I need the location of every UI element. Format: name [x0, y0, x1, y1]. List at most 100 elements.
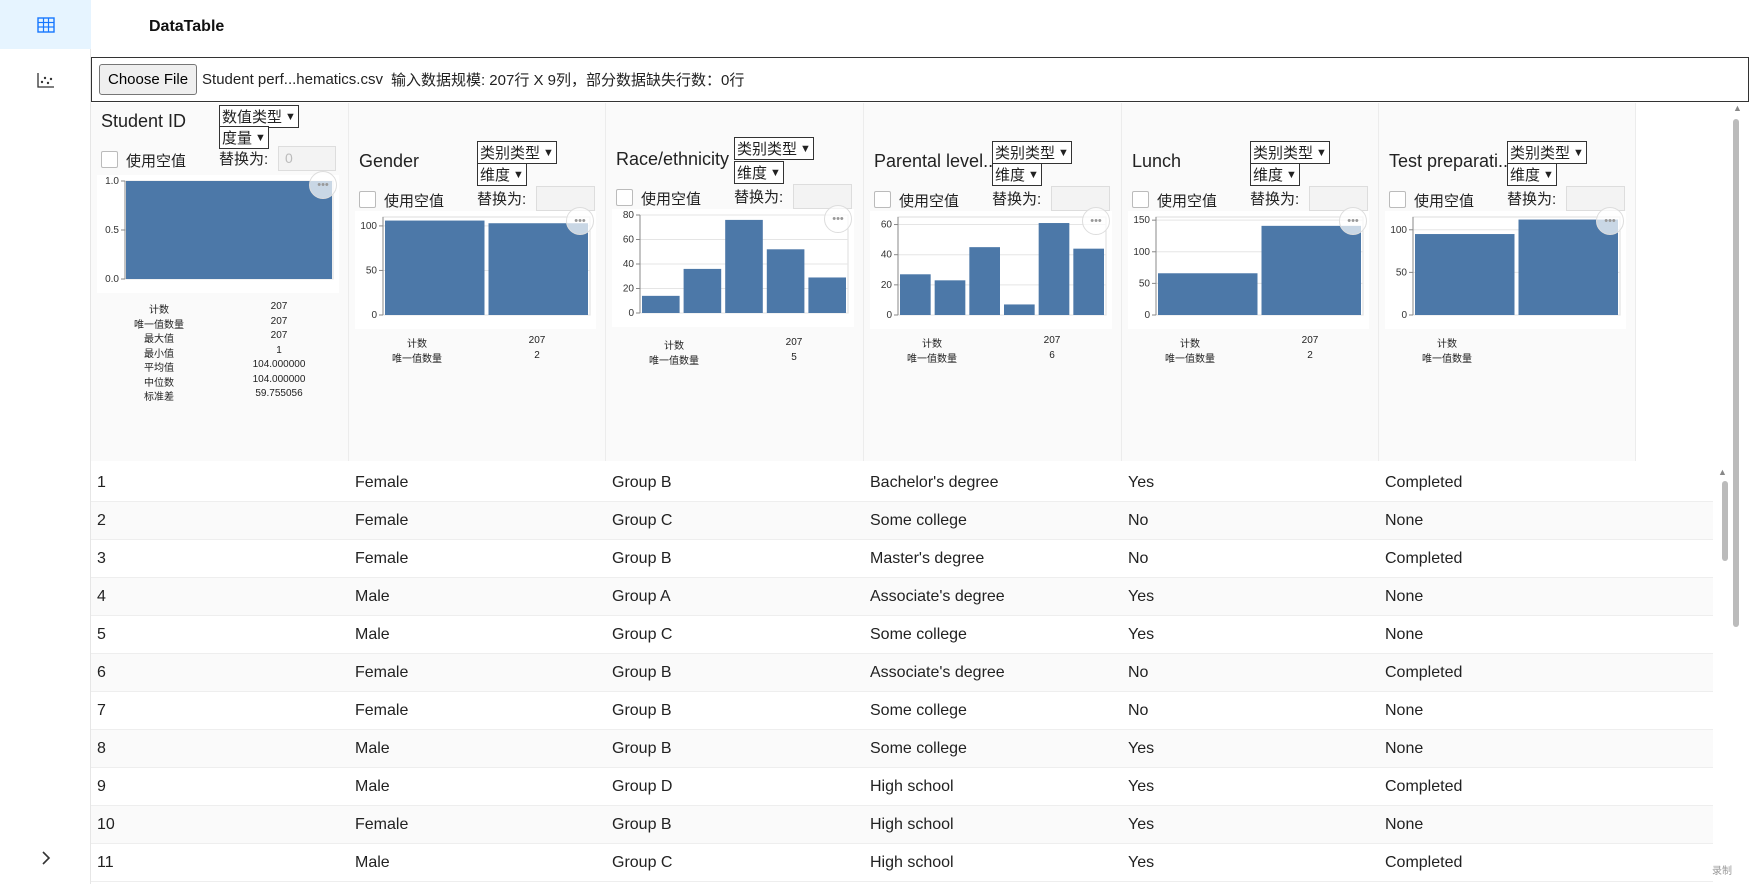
- table-cell: Yes: [1128, 778, 1155, 795]
- nav-chart-button[interactable]: [0, 55, 91, 104]
- bar: [1073, 248, 1104, 315]
- data-type-select[interactable]: 类别类型 ▼: [992, 141, 1072, 164]
- table-cell: Completed: [1385, 854, 1463, 871]
- role-value: 维度: [480, 167, 511, 184]
- stat-value: 207: [270, 301, 288, 312]
- role-select[interactable]: 度量 ▼: [219, 126, 269, 149]
- role-select[interactable]: 维度 ▼: [992, 163, 1042, 186]
- chart-menu-button[interactable]: •••: [566, 207, 594, 235]
- table-cell: Yes: [1128, 740, 1155, 757]
- chart-menu-button[interactable]: •••: [1339, 207, 1367, 235]
- replace-label: 替换为:: [477, 191, 527, 208]
- column-chart-svg: 100 50 0: [1390, 216, 1621, 321]
- column-chart-svg: 150 100 50 0: [1133, 215, 1364, 321]
- use-null-checkbox[interactable]: [359, 191, 376, 208]
- role-value: 维度: [995, 167, 1026, 184]
- stat-label: 计数: [922, 339, 942, 350]
- table-cell: Group B: [612, 702, 672, 719]
- column-chart: 1.0 0.5 0.0 •••: [97, 171, 339, 293]
- bar: [1415, 234, 1515, 315]
- stat-label: 最小值: [144, 348, 174, 360]
- bar: [1004, 304, 1035, 315]
- bar: [642, 295, 680, 313]
- chevron-down-icon: ▼: [1058, 146, 1069, 159]
- table-row[interactable]: 11 Male Group C High school Yes Completed: [91, 844, 1713, 882]
- table-row[interactable]: 1 Female Group B Bachelor's degree Yes Comple…: [91, 464, 1713, 502]
- table-row[interactable]: 3 Female Group B Master's degree No Completed: [91, 540, 1713, 578]
- role-select[interactable]: 维度 ▼: [1507, 163, 1557, 186]
- use-null-checkbox[interactable]: [101, 151, 118, 168]
- replace-input[interactable]: [536, 186, 595, 211]
- table-scrollbar[interactable]: ▲ ▲: [1718, 103, 1743, 884]
- more-icon: •••: [832, 213, 844, 225]
- column-chart: 60 40 20 0 •••: [870, 207, 1112, 329]
- rows-scroll-up-arrow[interactable]: ▲: [1718, 467, 1727, 477]
- nav-table-button[interactable]: [0, 0, 91, 49]
- side-nav: [0, 0, 91, 884]
- data-type-select[interactable]: 类别类型 ▼: [734, 137, 814, 160]
- use-null-checkbox[interactable]: [616, 189, 633, 206]
- stat-label: 唯一值数量: [907, 353, 957, 365]
- role-select[interactable]: 维度 ▼: [734, 161, 784, 184]
- table-cell: Some college: [870, 740, 967, 757]
- role-select[interactable]: 维度 ▼: [477, 163, 527, 186]
- data-type-select[interactable]: 类别类型 ▼: [477, 141, 557, 164]
- bar: [969, 247, 1000, 315]
- use-null-checkbox[interactable]: [1389, 191, 1406, 208]
- table-cell: Yes: [1128, 474, 1155, 491]
- role-select[interactable]: 维度 ▼: [1250, 163, 1300, 186]
- table-cell: Completed: [1385, 664, 1463, 681]
- expand-nav-button[interactable]: [0, 838, 91, 878]
- table-cell: Male: [355, 740, 390, 757]
- table-row[interactable]: 7 Female Group B Some college No None: [91, 692, 1713, 730]
- table-row[interactable]: 8 Male Group B Some college Yes None: [91, 730, 1713, 768]
- table-cell: 1: [97, 474, 106, 491]
- table-cell: Some college: [870, 702, 967, 719]
- stat-label: 中位数: [144, 377, 174, 389]
- column-chart: 80 60 40 20 0 •••: [612, 205, 854, 327]
- replace-input[interactable]: [1309, 186, 1368, 211]
- data-table: Student ID 数值类型 ▼ 度量 ▼ 使用空值 替换为: 0 1.0 0.5 0.0 ••• 计…: [91, 103, 1749, 884]
- column-header: Test preparati... 类别类型 ▼ 维度 ▼ 使用空值 替换为: 100 50 0 •…: [1379, 103, 1636, 461]
- use-null-checkbox[interactable]: [1132, 191, 1149, 208]
- chevron-down-icon: ▼: [1028, 168, 1039, 181]
- chart-menu-button[interactable]: •••: [1082, 207, 1110, 235]
- choose-file-button[interactable]: Choose File: [99, 64, 198, 95]
- stat-value: 207: [528, 335, 546, 346]
- table-row[interactable]: 5 Male Group C Some college Yes None: [91, 616, 1713, 654]
- table-cell: Associate's degree: [870, 588, 1005, 605]
- table-cell: Male: [355, 588, 390, 605]
- scroll-up-arrow[interactable]: ▲: [1733, 103, 1742, 113]
- replace-input[interactable]: 0: [278, 146, 336, 171]
- table-row[interactable]: 4 Male Group A Associate's degree Yes None: [91, 578, 1713, 616]
- table-cell: Group B: [612, 474, 672, 491]
- stat-label: 计数: [1437, 339, 1457, 350]
- y-tick-label: 0.0: [105, 274, 119, 285]
- stat-value: 207: [1043, 335, 1061, 346]
- table-cell: Completed: [1385, 550, 1463, 567]
- table-cell: Group B: [612, 664, 672, 681]
- table-cell: None: [1385, 740, 1424, 757]
- use-null-label: 使用空值: [641, 191, 702, 208]
- replace-input[interactable]: [1566, 186, 1625, 211]
- y-tick-label: 80: [623, 210, 635, 221]
- table-cell: None: [1385, 626, 1424, 643]
- table-row[interactable]: 2 Female Group C Some college No None: [91, 502, 1713, 540]
- data-type-select[interactable]: 类别类型 ▼: [1250, 141, 1330, 164]
- data-type-select[interactable]: 数值类型 ▼: [219, 105, 299, 128]
- chart-menu-button[interactable]: •••: [309, 171, 337, 199]
- table-row[interactable]: 9 Male Group D High school Yes Completed: [91, 768, 1713, 806]
- bar: [725, 219, 763, 313]
- chart-menu-button[interactable]: •••: [1596, 207, 1624, 235]
- column-header: Parental level... 类别类型 ▼ 维度 ▼ 使用空值 替换为: 60 40 20 0…: [864, 103, 1122, 461]
- column-header: Race/ethnicity 类别类型 ▼ 维度 ▼ 使用空值 替换为: 80 60 40 20 0 •…: [606, 103, 864, 461]
- use-null-checkbox[interactable]: [874, 191, 891, 208]
- table-cell: None: [1385, 512, 1424, 529]
- stat-label: 唯一值数量: [1422, 353, 1472, 365]
- more-icon: •••: [574, 215, 586, 227]
- table-row[interactable]: 10 Female Group B High school Yes None: [91, 806, 1713, 844]
- data-type-select[interactable]: 类别类型 ▼: [1507, 141, 1587, 164]
- stat-value: 6: [1049, 349, 1055, 361]
- table-row[interactable]: 6 Female Group B Associate's degree No Comple…: [91, 654, 1713, 692]
- chart-menu-button[interactable]: •••: [824, 205, 852, 233]
